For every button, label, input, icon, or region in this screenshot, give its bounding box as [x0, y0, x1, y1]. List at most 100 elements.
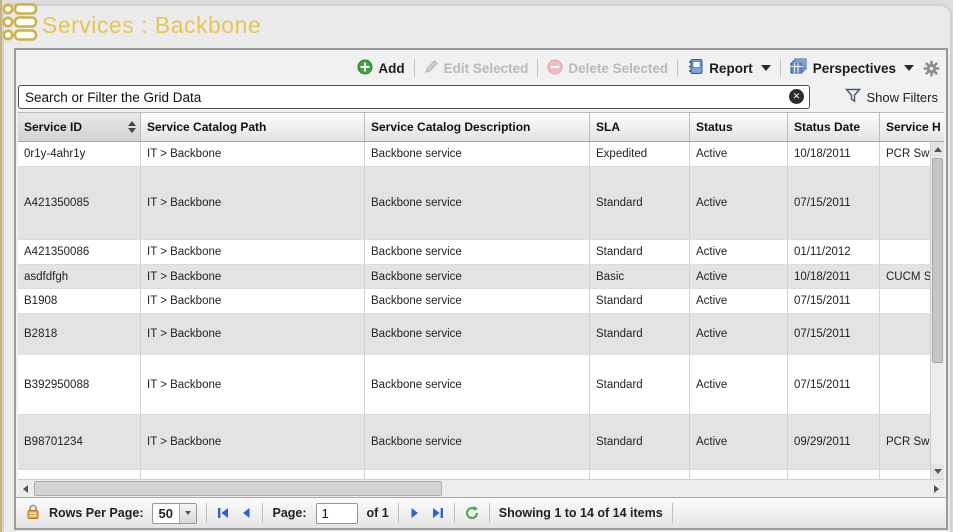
toolbar-separator — [780, 59, 781, 77]
previous-page-button[interactable] — [239, 506, 253, 520]
table-cell — [880, 355, 930, 414]
toolbar-separator — [537, 59, 538, 77]
column-header-service-catalog-path[interactable]: Service Catalog Path — [141, 113, 365, 141]
perspectives-button-label: Perspectives — [813, 61, 896, 76]
column-header-service-id[interactable]: Service ID — [18, 113, 141, 141]
column-header-label: Status Date — [794, 120, 860, 134]
chevron-down-icon — [179, 504, 196, 523]
table-cell: asdfdfgh — [18, 265, 141, 288]
table-row[interactable]: B2818IT > BackboneBackbone serviceStanda… — [18, 314, 930, 355]
sort-icon[interactable] — [128, 121, 136, 133]
column-header-label: Status — [696, 120, 733, 134]
table-cell: B392950088 — [18, 355, 141, 414]
services-list-icon — [2, 2, 38, 49]
show-filters-label: Show Filters — [866, 90, 938, 105]
table-cell: A421350086 — [18, 240, 141, 264]
showing-items-text: Showing 1 to 14 of 14 items — [499, 506, 663, 520]
table-row[interactable]: asdfdfghIT > BackboneBackbone serviceBas… — [18, 265, 930, 289]
table-cell: Standard — [590, 289, 690, 313]
table-cell: IT > Backbone — [141, 265, 365, 288]
add-button[interactable]: Add — [357, 59, 404, 78]
chevron-down-icon — [761, 65, 771, 71]
scroll-left-icon[interactable] — [18, 480, 33, 498]
table-cell: Backbone service — [365, 265, 590, 288]
search-row: ✕ Show Filters — [18, 84, 944, 110]
table-cell: Backbone service — [365, 355, 590, 414]
table-cell: Active — [690, 355, 788, 414]
show-filters-button[interactable]: Show Filters — [845, 88, 938, 106]
grid-panel: Add Edit Selected Delete Selected — [14, 48, 948, 530]
table-cell — [880, 314, 930, 354]
table-cell: Backbone service — [365, 240, 590, 264]
page-header: Services : Backbone — [0, 0, 953, 46]
table-cell: A421350085 — [18, 167, 141, 239]
table-cell — [880, 240, 930, 264]
table-cell: Backbone service — [365, 314, 590, 354]
rows-per-page-value: 50 — [153, 506, 179, 521]
refresh-icon[interactable] — [464, 505, 480, 521]
delete-selected-button[interactable]: Delete Selected — [547, 59, 668, 78]
table-cell: Backbone service — [365, 415, 590, 469]
column-header-service-catalog-description[interactable]: Service Catalog Description — [365, 113, 590, 141]
table-cell: 0r1y-4ahr1y — [18, 142, 141, 166]
page-left-accent — [0, 0, 2, 532]
table-cell: IT > Backbone — [141, 415, 365, 469]
column-header-service-h[interactable]: Service H — [880, 113, 944, 141]
scroll-up-icon[interactable] — [931, 142, 944, 157]
table-row[interactable]: B98701234IT > BackboneBackbone serviceSt… — [18, 415, 930, 470]
rows-per-page-select[interactable]: 50 — [152, 503, 197, 524]
horizontal-scroll-thumb[interactable] — [34, 481, 442, 496]
table-row[interactable]: A421350085IT > BackboneBackbone serviceS… — [18, 167, 930, 240]
scroll-down-icon[interactable] — [931, 464, 944, 479]
table-row[interactable] — [18, 470, 930, 479]
clear-search-icon[interactable]: ✕ — [789, 89, 804, 104]
last-page-button[interactable] — [431, 506, 445, 520]
pagination-separator — [262, 503, 263, 523]
horizontal-scrollbar[interactable] — [18, 479, 944, 497]
minus-circle-icon — [547, 59, 563, 78]
table-cell: 10/18/2011 — [788, 265, 880, 288]
table-cell: IT > Backbone — [141, 314, 365, 354]
column-header-status-date[interactable]: Status Date — [788, 113, 880, 141]
page-label: Page: — [272, 506, 306, 520]
table-row[interactable]: B1908IT > BackboneBackbone serviceStanda… — [18, 289, 930, 314]
page-number-input[interactable] — [316, 503, 358, 524]
edit-selected-button[interactable]: Edit Selected — [424, 59, 529, 77]
table-row[interactable]: 0r1y-4ahr1yIT > BackboneBackbone service… — [18, 142, 930, 167]
report-button[interactable]: Report — [687, 58, 771, 78]
column-header-sla[interactable]: SLA — [590, 113, 690, 141]
vertical-scroll-thumb[interactable] — [932, 158, 943, 363]
chevron-down-icon — [904, 65, 914, 71]
search-box: ✕ — [18, 85, 810, 109]
scroll-right-icon[interactable] — [929, 480, 944, 498]
column-header-label: Service Catalog Path — [147, 120, 266, 134]
column-header-label: Service Catalog Description — [371, 120, 530, 134]
table-row[interactable]: B392950088IT > BackboneBackbone serviceS… — [18, 355, 930, 415]
column-header-label: Service H — [886, 120, 941, 134]
table-cell: Standard — [590, 167, 690, 239]
table-cell: Active — [690, 415, 788, 469]
search-input[interactable] — [18, 85, 810, 109]
table-cell — [880, 289, 930, 313]
funnel-icon — [845, 88, 861, 106]
table-cell: Backbone service — [365, 167, 590, 239]
table-cell: Standard — [590, 314, 690, 354]
column-header-status[interactable]: Status — [690, 113, 788, 141]
pagination-separator — [489, 503, 490, 523]
table-cell: Active — [690, 240, 788, 264]
table-cell: IT > Backbone — [141, 142, 365, 166]
next-page-button[interactable] — [408, 506, 422, 520]
first-page-button[interactable] — [216, 506, 230, 520]
settings-gear-icon[interactable] — [923, 60, 940, 77]
pagination-bar: Rows Per Page: 50 Page: of 1 — [16, 497, 946, 528]
table-cell — [141, 470, 365, 479]
grid-body: 0r1y-4ahr1yIT > BackboneBackbone service… — [18, 142, 930, 479]
table-cell: Standard — [590, 355, 690, 414]
vertical-scrollbar[interactable] — [930, 142, 944, 479]
table-row[interactable]: A421350086IT > BackboneBackbone serviceS… — [18, 240, 930, 265]
pagination-separator — [206, 503, 207, 523]
table-cell — [365, 470, 590, 479]
notebook-icon — [687, 58, 704, 78]
perspectives-button[interactable]: Perspectives — [790, 58, 914, 78]
table-cell: Active — [690, 167, 788, 239]
